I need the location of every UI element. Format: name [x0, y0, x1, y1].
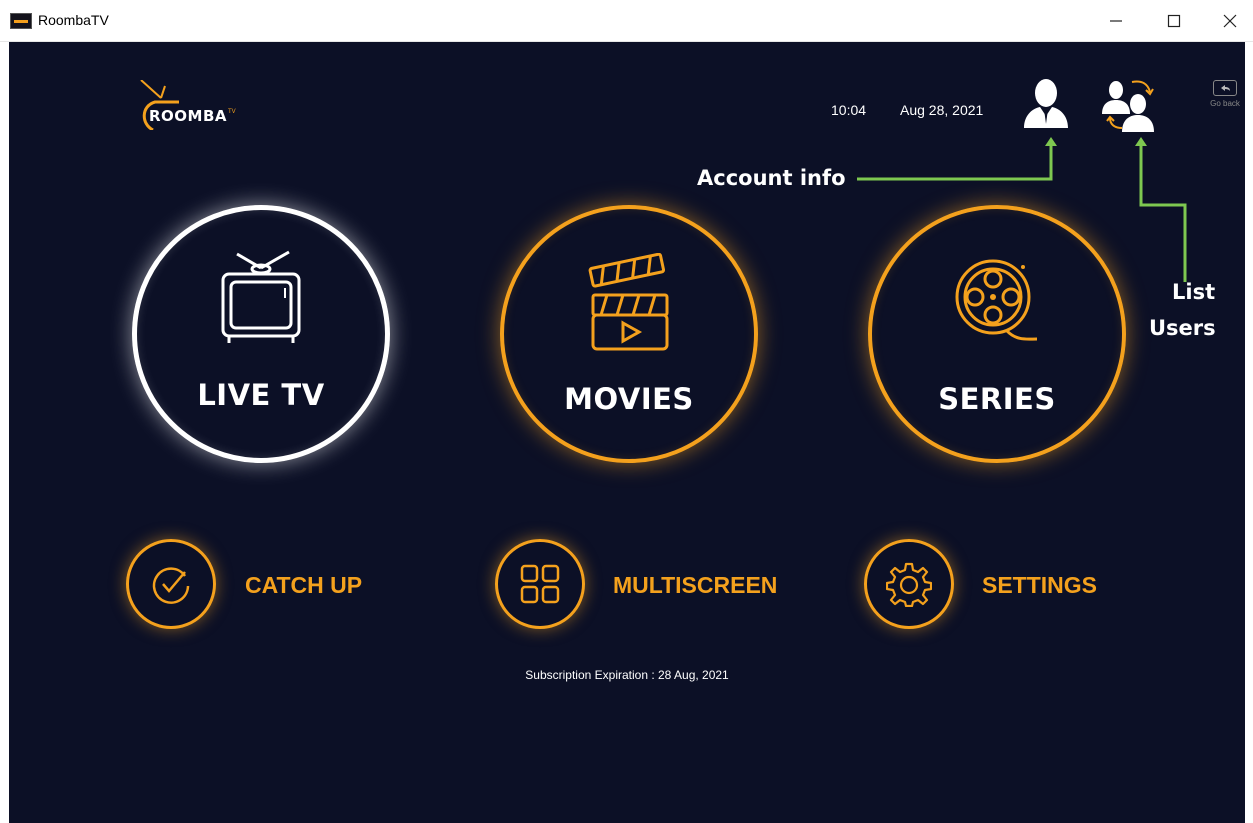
movies-label: MOVIES [564, 382, 694, 416]
window-titlebar: RoombaTV [0, 0, 1253, 42]
live-tv-label: LIVE TV [197, 378, 325, 412]
tv-icon [221, 250, 301, 343]
app-icon [10, 13, 32, 29]
series-button[interactable]: SERIES [868, 205, 1126, 463]
clapperboard-icon [588, 253, 669, 351]
catch-up-button[interactable]: CATCH UP [126, 539, 386, 633]
minimize-icon [1110, 20, 1122, 22]
movies-button[interactable]: MOVIES [500, 205, 758, 463]
annotation-list-users-line1: List [1172, 280, 1216, 304]
subscription-expiration: Subscription Expiration : 28 Aug, 2021 [525, 668, 729, 682]
checkmark-circle-icon [152, 567, 190, 604]
close-icon [1223, 14, 1237, 28]
annotation-list-users-line2: Users [1149, 316, 1216, 340]
settings-circle [864, 539, 954, 629]
multiscreen-label: MULTISCREEN [613, 572, 778, 598]
annotation-account-info: Account info [697, 166, 846, 190]
series-label: SERIES [938, 382, 1056, 416]
grid-icon [520, 564, 560, 604]
film-reel-icon [955, 259, 1038, 341]
settings-label: SETTINGS [982, 572, 1098, 598]
maximize-button[interactable] [1161, 8, 1187, 34]
gear-icon [886, 562, 932, 607]
catch-up-label: CATCH UP [245, 572, 363, 598]
close-button[interactable] [1217, 8, 1243, 34]
catch-up-circle [126, 539, 216, 629]
maximize-icon [1167, 14, 1181, 28]
window-title: RoombaTV [38, 12, 109, 28]
multiscreen-circle [495, 539, 585, 629]
minimize-button[interactable] [1103, 8, 1129, 34]
live-tv-button[interactable]: LIVE TV [132, 205, 390, 463]
app-main: ROOMBA TV 10:04 Aug 28, 2021 Go back Acc… [9, 42, 1245, 823]
settings-button[interactable]: SETTINGS [864, 539, 1124, 633]
multiscreen-button[interactable]: MULTISCREEN [495, 539, 795, 633]
